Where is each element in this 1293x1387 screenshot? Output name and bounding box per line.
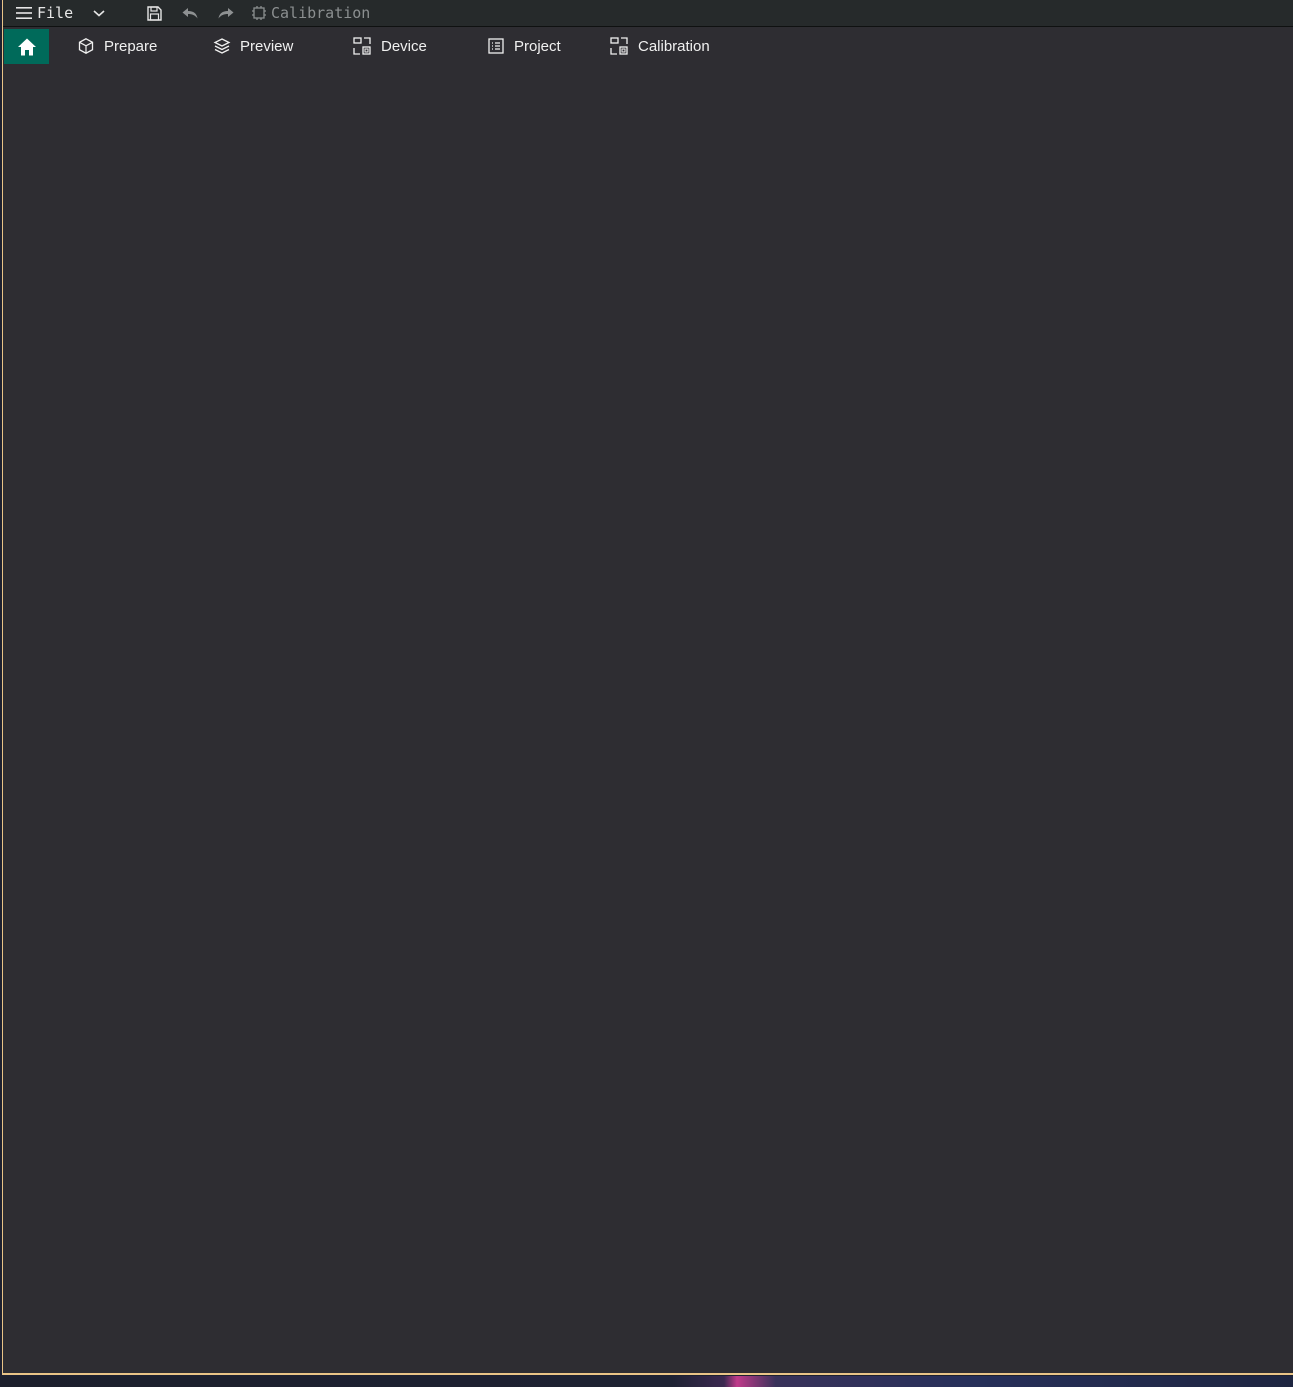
tab-project-label: Project — [514, 37, 561, 55]
titlebar: File Calibration — [3, 0, 1293, 27]
save-button[interactable] — [143, 0, 165, 26]
app-window: File Calibration Prepare Preview Device … — [2, 0, 1293, 1375]
tab-calibration-label: Calibration — [638, 37, 710, 55]
tab-project[interactable]: Project — [487, 28, 561, 64]
file-menu-button[interactable]: File — [15, 0, 77, 26]
calibration-icon — [251, 5, 267, 21]
layers-icon — [213, 37, 240, 55]
main-navbar: Prepare Preview Device Project Calibrati… — [3, 28, 1293, 64]
undo-button[interactable] — [179, 0, 201, 26]
redo-icon — [217, 6, 235, 20]
home-tab-button[interactable] — [4, 29, 49, 64]
tab-calibration[interactable]: Calibration — [609, 28, 710, 64]
tab-device[interactable]: Device — [352, 28, 427, 64]
file-menu-label: File — [37, 4, 74, 22]
device-icon — [352, 36, 381, 56]
desktop-wallpaper-strip — [0, 1376, 1293, 1387]
menu-dropdown-button[interactable] — [87, 0, 111, 26]
tab-preview-label: Preview — [240, 37, 294, 55]
tab-prepare[interactable]: Prepare — [77, 28, 157, 64]
save-icon — [146, 5, 163, 22]
undo-icon — [181, 6, 199, 20]
hamburger-menu-icon — [15, 5, 33, 21]
tab-device-label: Device — [381, 37, 427, 55]
home-icon — [17, 37, 37, 57]
main-content-area — [3, 64, 1293, 1373]
list-icon — [487, 37, 514, 55]
chevron-down-icon — [92, 8, 106, 18]
window-title-text: Calibration — [271, 4, 371, 22]
redo-button[interactable] — [215, 0, 237, 26]
tab-prepare-label: Prepare — [104, 37, 158, 55]
calibration-icon — [609, 36, 638, 56]
tab-preview[interactable]: Preview — [213, 28, 293, 64]
cube-icon — [77, 37, 104, 55]
window-title: Calibration — [251, 0, 391, 26]
